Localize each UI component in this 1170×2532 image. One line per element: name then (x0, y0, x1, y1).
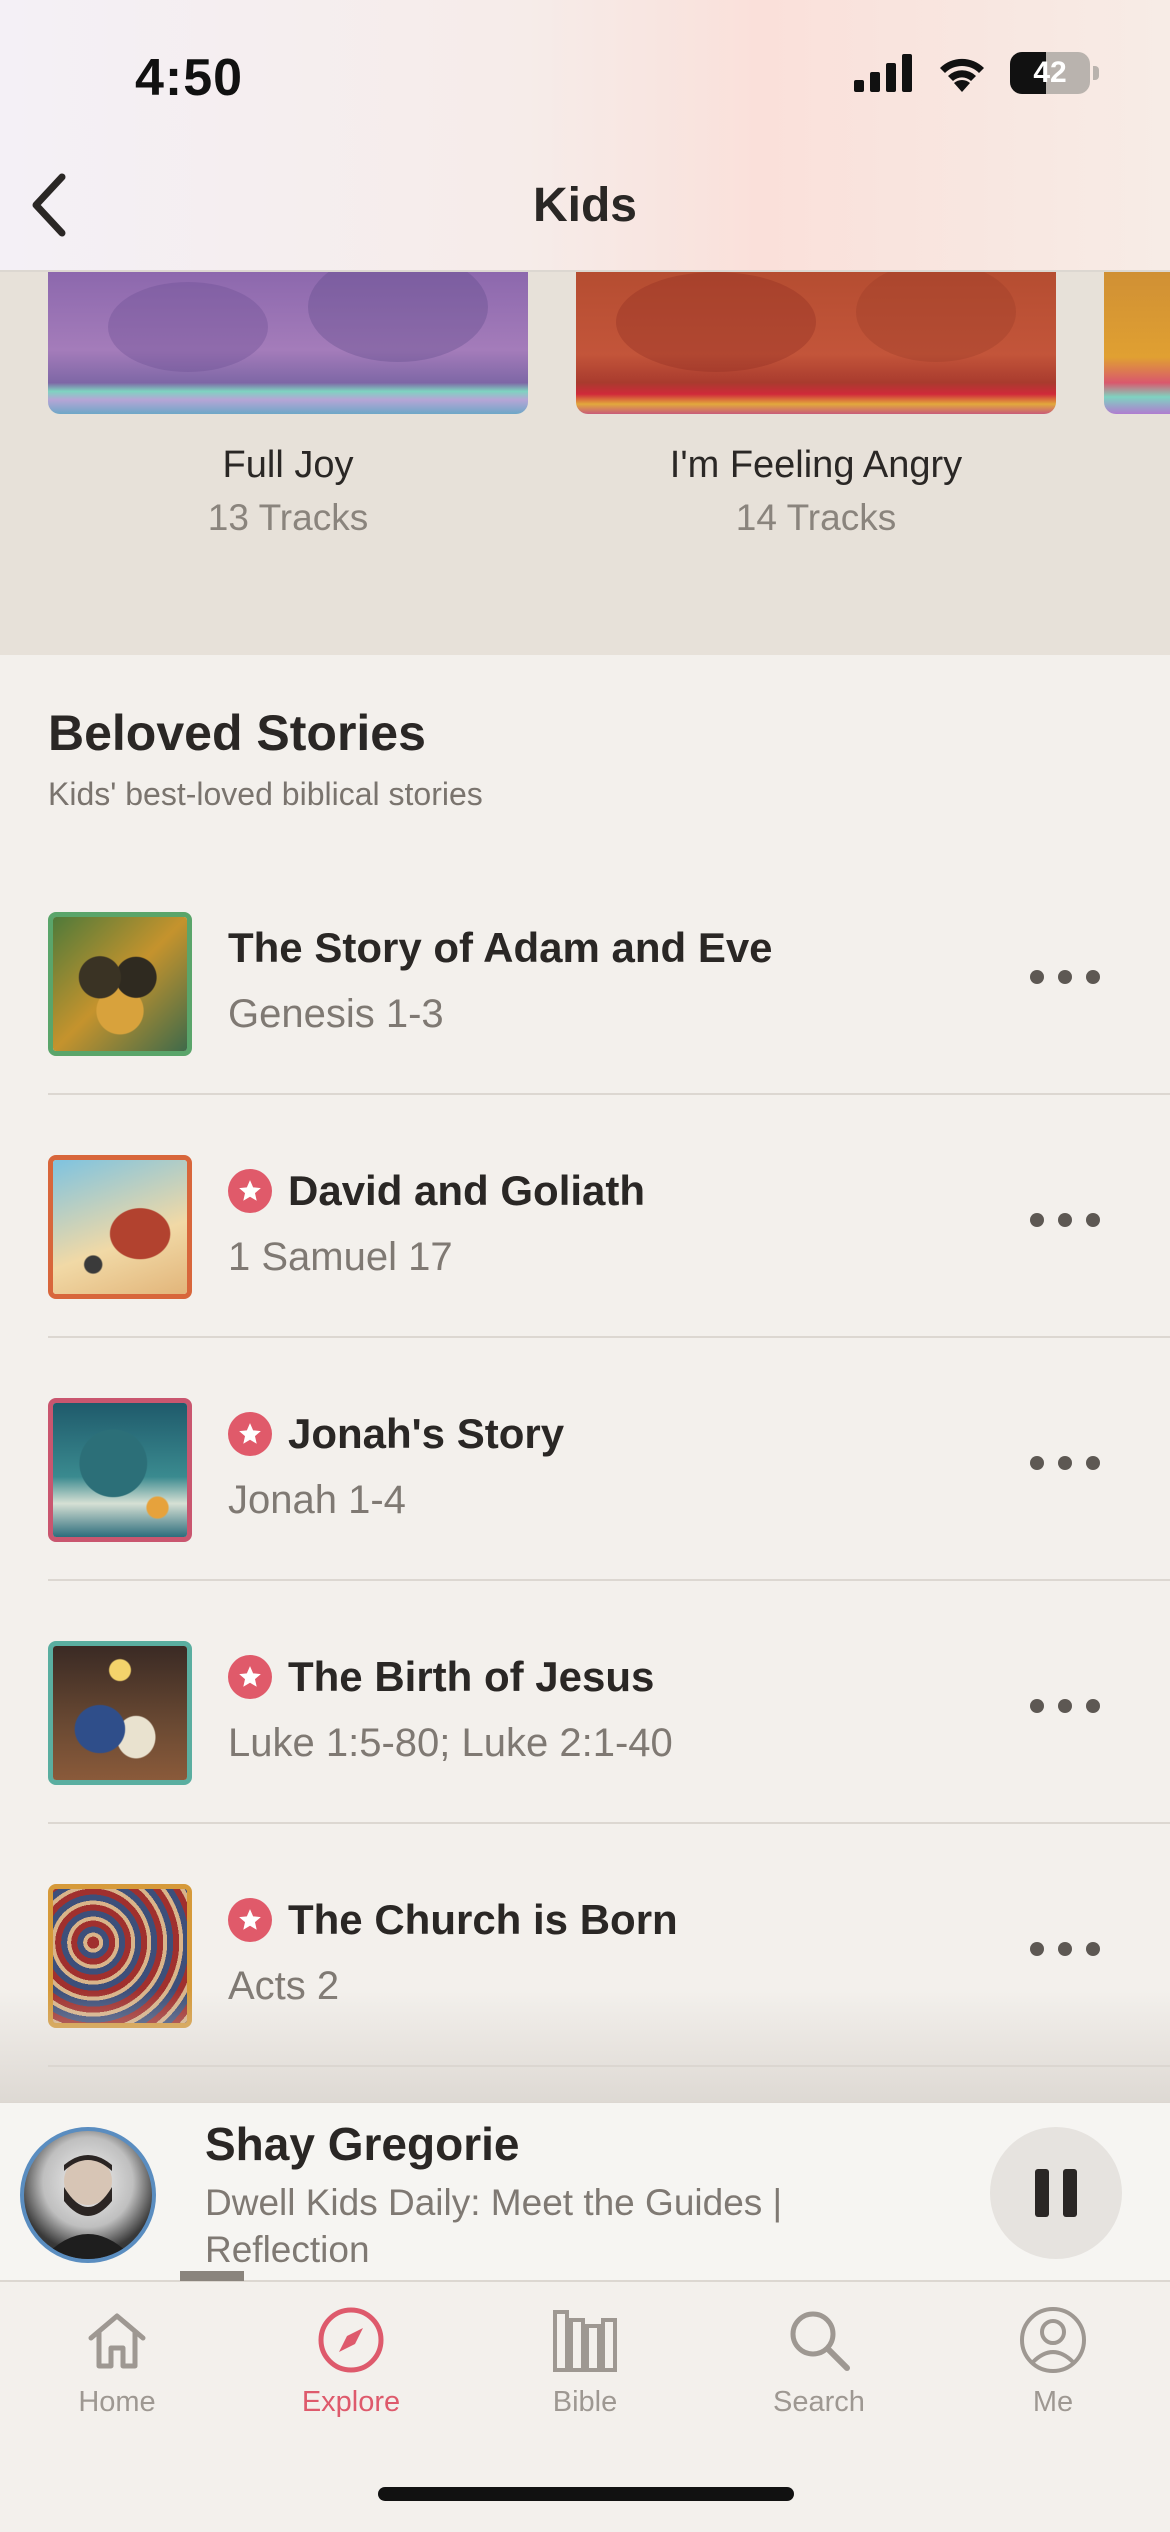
playlist-title: I'm Feeling Angry (669, 444, 963, 486)
tab-label: Explore (301, 2386, 401, 2418)
story-title: The Story of Adam and Eve (228, 924, 773, 971)
signal-icon (854, 54, 912, 92)
star-icon (228, 1898, 272, 1942)
playlist-artwork (48, 272, 528, 414)
mini-player[interactable]: Shay Gregorie Dwell Kids Daily: Meet the… (0, 2102, 1170, 2282)
more-options-button[interactable] (1030, 970, 1100, 984)
playlist-title: Full Joy (222, 444, 354, 486)
battery-icon: 42 (1010, 52, 1099, 94)
status-icons: 42 (854, 52, 1099, 94)
tab-search[interactable]: Search (702, 2304, 936, 2419)
tab-label: Me (1032, 2386, 1074, 2418)
pause-button[interactable] (990, 2127, 1122, 2259)
player-title: Shay Gregorie (205, 2118, 520, 2170)
more-options-button[interactable] (1030, 1213, 1100, 1227)
story-reference: Genesis 1-3 (228, 992, 444, 1036)
avatar (20, 2127, 156, 2263)
home-indicator (378, 2487, 794, 2501)
playlist-track-count: 14 Tracks (735, 497, 897, 538)
tab-label: Search (773, 2386, 865, 2418)
list-item[interactable]: Jonah's Story Jonah 1-4 (0, 1338, 1170, 1581)
home-icon (88, 2313, 146, 2369)
playlist-track-count: 13 Tracks (207, 497, 369, 538)
list-item[interactable]: The Story of Adam and Eve Genesis 1-3 (0, 852, 1170, 1095)
story-reference: 1 Samuel 17 (228, 1235, 453, 1279)
scroll-fade (0, 1990, 1170, 2102)
section-title: Beloved Stories (48, 705, 426, 761)
story-thumbnail (48, 1155, 192, 1299)
tab-home[interactable]: Home (0, 2304, 234, 2419)
playlist-artwork (1104, 272, 1170, 414)
section-subtitle: Kids' best-loved biblical stories (48, 776, 483, 812)
tab-bible[interactable]: Bible (468, 2304, 702, 2419)
playback-progress (180, 2271, 244, 2281)
story-title: Jonah's Story (288, 1410, 565, 1457)
story-thumbnail (48, 1398, 192, 1542)
tab-explore[interactable]: Explore (234, 2304, 468, 2419)
star-icon (228, 1655, 272, 1699)
playlist-card-partial[interactable] (1104, 272, 1170, 414)
list-item[interactable]: The Birth of Jesus Luke 1:5-80; Luke 2:1… (0, 1581, 1170, 1824)
pause-icon (1035, 2169, 1049, 2217)
story-thumbnail (48, 912, 192, 1056)
story-title: The Birth of Jesus (288, 1653, 655, 1700)
page-title: Kids (532, 179, 637, 232)
playlist-artwork (576, 272, 1056, 414)
story-title: The Church is Born (288, 1896, 678, 1943)
star-icon (228, 1169, 272, 1213)
search-icon (790, 2311, 850, 2371)
playlist-card[interactable]: I'm Feeling Angry 14 Tracks (576, 272, 1056, 539)
tab-label: Bible (552, 2386, 618, 2418)
story-reference: Luke 1:5-80; Luke 2:1-40 (228, 1721, 673, 1765)
top-bar: 4:50 42 Kids (0, 0, 1170, 272)
more-options-button[interactable] (1030, 1699, 1100, 1713)
person-icon (1020, 2307, 1086, 2373)
story-title: David and Goliath (288, 1167, 646, 1214)
books-icon (553, 2310, 617, 2372)
story-thumbnail (48, 1641, 192, 1785)
more-options-button[interactable] (1030, 1942, 1100, 1956)
more-options-button[interactable] (1030, 1456, 1100, 1470)
tab-label: Home (78, 2386, 156, 2418)
wifi-icon (940, 58, 984, 92)
status-time: 4:50 (135, 49, 244, 107)
list-item[interactable]: David and Goliath 1 Samuel 17 (0, 1095, 1170, 1338)
story-list: The Story of Adam and Eve Genesis 1-3 Da… (0, 852, 1170, 2067)
compass-icon (318, 2307, 384, 2373)
battery-level: 42 (1033, 56, 1067, 89)
story-reference: Jonah 1-4 (228, 1478, 406, 1522)
playlist-carousel[interactable]: Full Joy 13 Tracks I'm Feeling Angry 14 … (0, 272, 1170, 655)
tab-me[interactable]: Me (936, 2304, 1170, 2419)
playlist-card[interactable]: Full Joy 13 Tracks (48, 272, 528, 539)
player-subtitle: Dwell Kids Daily: Meet the Guides | Refl… (205, 2182, 783, 2270)
star-icon (228, 1412, 272, 1456)
